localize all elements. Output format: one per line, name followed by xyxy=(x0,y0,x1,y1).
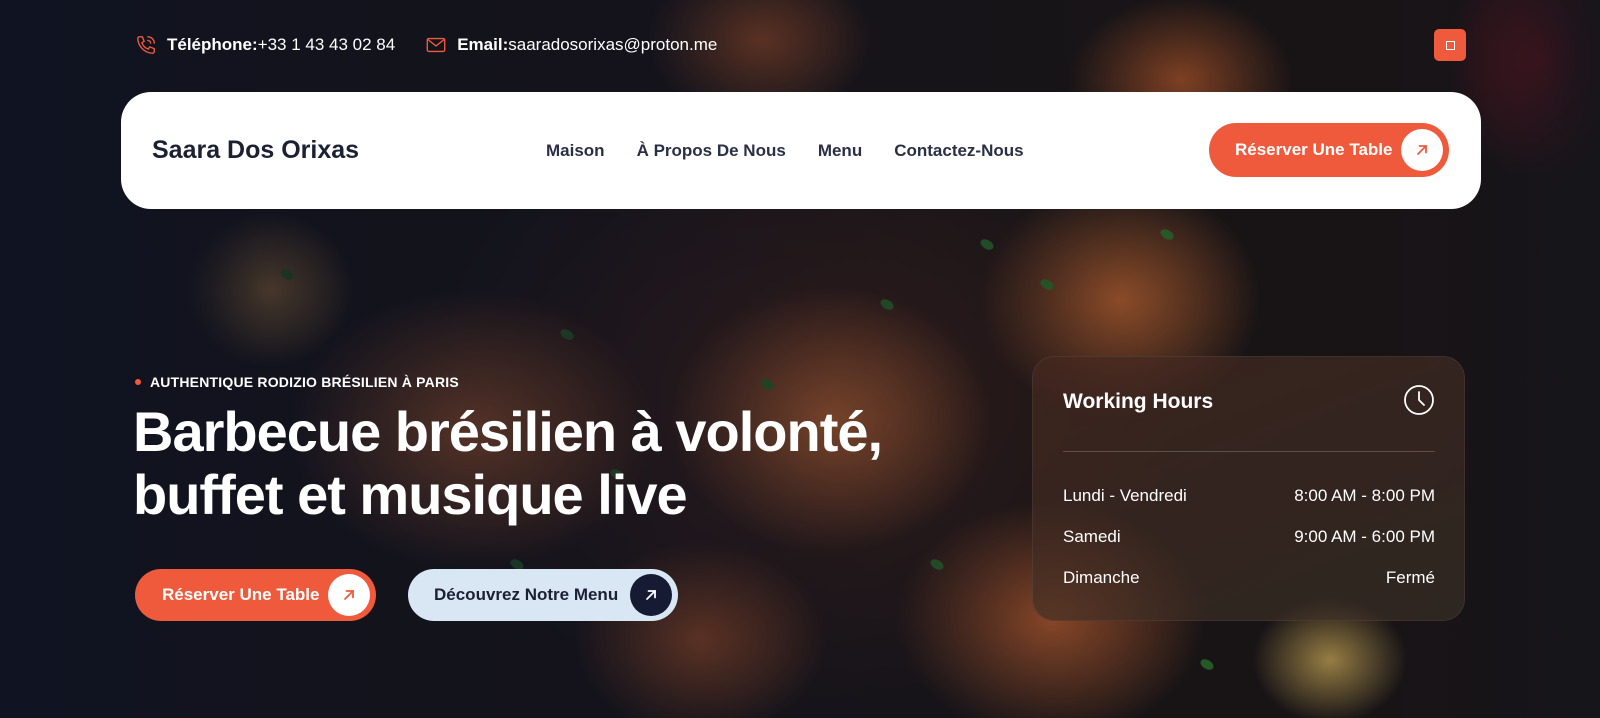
hours-row: Lundi - Vendredi 8:00 AM - 8:00 PM xyxy=(1063,484,1435,508)
square-icon xyxy=(1445,40,1455,50)
nav-item-a-propos[interactable]: À Propos De Nous xyxy=(637,141,786,161)
hours-day: Dimanche xyxy=(1063,568,1140,587)
hours-day: Samedi xyxy=(1063,527,1121,546)
hours-divider xyxy=(1063,451,1435,452)
menu-toggle-button[interactable] xyxy=(1434,29,1466,61)
envelope-icon xyxy=(426,37,446,53)
hero-menu-button[interactable]: Découvrez Notre Menu xyxy=(408,569,678,621)
phone-icon xyxy=(137,36,155,54)
arrow-up-right-icon xyxy=(328,574,370,616)
clock-icon xyxy=(1404,385,1434,415)
hours-day: Lundi - Vendredi xyxy=(1063,486,1187,505)
hours-time: Fermé xyxy=(1385,568,1435,587)
email-value: saaradosorixas@proton.me xyxy=(508,35,718,54)
hours-row: Samedi 9:00 AM - 6:00 PM xyxy=(1063,525,1435,549)
headline-line-1: Barbecue brésilien à volonté, xyxy=(133,400,883,463)
arrow-up-right-icon xyxy=(630,574,672,616)
brand-logo[interactable]: Saara Dos Orixas xyxy=(152,136,359,165)
hero-headline: Barbecue brésilien à volonté, buffet et … xyxy=(133,400,953,526)
nav-item-maison[interactable]: Maison xyxy=(546,141,605,161)
eyebrow-dot xyxy=(135,379,141,385)
nav-item-menu[interactable]: Menu xyxy=(818,141,862,161)
phone-value: +33 1 43 43 02 84 xyxy=(257,35,396,54)
email-contact[interactable]: Email:saaradosorixas@proton.me xyxy=(425,34,717,56)
working-hours-title: Working Hours xyxy=(1063,390,1214,413)
eyebrow-text: AUTHENTIQUE RODIZIO BRÉSILIEN À PARIS xyxy=(150,374,459,390)
phone-label: Téléphone: xyxy=(167,35,258,54)
hours-time: 9:00 AM - 6:00 PM xyxy=(1294,527,1435,546)
hero-eyebrow: AUTHENTIQUE RODIZIO BRÉSILIEN À PARIS xyxy=(135,374,459,390)
nav-menu: Maison À Propos De Nous Menu Contactez-N… xyxy=(546,141,1024,161)
arrow-up-right-icon xyxy=(1401,129,1443,171)
hours-time: 8:00 AM - 8:00 PM xyxy=(1294,486,1435,505)
headline-line-2: buffet et musique live xyxy=(133,463,688,526)
email-label: Email: xyxy=(457,35,509,54)
nav-reserve-label: Réserver Une Table xyxy=(1235,140,1393,159)
working-hours-card: Working Hours Lundi - Vendredi 8:00 AM -… xyxy=(1032,356,1465,621)
hours-row: Dimanche Fermé xyxy=(1063,566,1435,590)
hero-menu-label: Découvrez Notre Menu xyxy=(434,585,619,604)
phone-contact[interactable]: Téléphone:+33 1 43 43 02 84 xyxy=(135,34,395,56)
main-navigation: Saara Dos Orixas Maison À Propos De Nous… xyxy=(121,92,1481,209)
nav-reserve-button[interactable]: Réserver Une Table xyxy=(1209,123,1449,177)
top-contact-bar: Téléphone:+33 1 43 43 02 84 Email:saarad… xyxy=(135,32,717,58)
nav-item-contact[interactable]: Contactez-Nous xyxy=(894,141,1023,161)
hero-reserve-button[interactable]: Réserver Une Table xyxy=(135,569,376,621)
hero-reserve-label: Réserver Une Table xyxy=(162,585,320,604)
